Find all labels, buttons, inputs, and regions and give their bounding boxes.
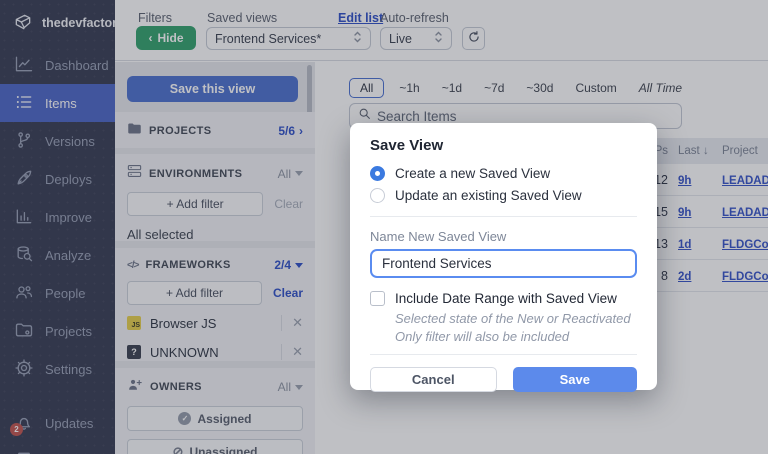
modal-divider: [370, 354, 637, 355]
checkbox-unchecked-icon[interactable]: [370, 291, 385, 306]
cancel-button[interactable]: Cancel: [370, 367, 497, 392]
radio-create-new[interactable]: Create a new Saved View: [370, 162, 637, 184]
include-date-range-checkbox-row[interactable]: Include Date Range with Saved View: [370, 289, 637, 307]
radio-unselected-icon: [370, 188, 385, 203]
radio-selected-icon: [370, 166, 385, 181]
modal-divider: [370, 216, 637, 217]
modal-title: Save View: [370, 137, 637, 154]
app-window: thedevfactory Dashboard Items Versions D…: [0, 0, 768, 454]
radio-update-existing[interactable]: Update an existing Saved View: [370, 184, 637, 206]
view-name-input[interactable]: [370, 249, 637, 278]
checkbox-hint-text: Selected state of the New or Reactivated…: [395, 310, 637, 345]
save-view-modal: Save View Create a new Saved View Update…: [350, 123, 657, 390]
save-button[interactable]: Save: [513, 367, 638, 392]
name-field-label: Name New Saved View: [370, 229, 637, 244]
